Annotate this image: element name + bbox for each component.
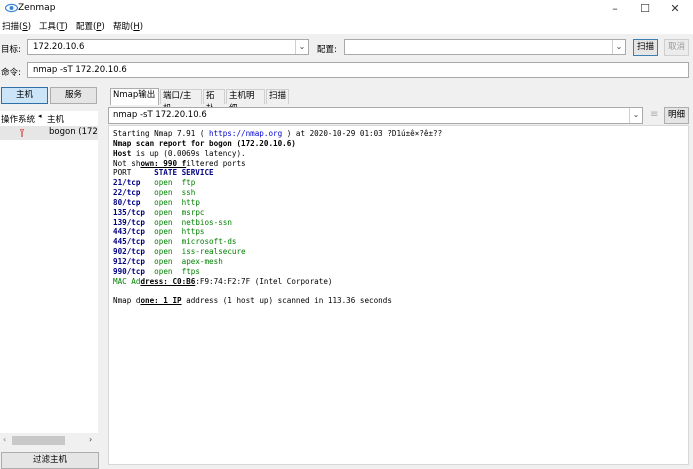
triangle-left-icon: ◂ (38, 112, 42, 120)
output-line-host-up: Host is up (0.0069s latency). (113, 148, 246, 158)
chevron-down-icon[interactable]: ⌄ (295, 40, 308, 54)
port-service: msrpc (181, 207, 205, 217)
port-state: open (154, 227, 173, 237)
port-state: open (154, 197, 173, 207)
output-line-done: Nmap done: 1 IP address (1 host up) scan… (113, 296, 392, 306)
minimize-button[interactable]: – (600, 0, 630, 18)
command-label: 命令: (1, 68, 21, 78)
port-line: 912/tcp open apex-mesh (113, 257, 688, 267)
tab-topology[interactable]: 拓扑 (203, 89, 225, 114)
maximize-button[interactable]: ☐ (630, 0, 660, 18)
target-label: 目标: (1, 45, 21, 55)
chevron-down-icon[interactable]: ⌄ (612, 40, 625, 54)
port-line: 22/tcp open ssh (113, 188, 688, 198)
profile-combo[interactable]: ⌄ (344, 39, 626, 55)
port-service: ftps (181, 266, 200, 276)
target-combo[interactable]: 172.20.10.6 ⌄ (27, 39, 309, 55)
tab-host-details[interactable]: 主机明细 (226, 89, 265, 114)
port-number: 902/tcp (113, 247, 146, 257)
port-number: 22/tcp (113, 188, 141, 198)
tab-nmap-output[interactable]: Nmap输出 (110, 88, 159, 105)
port-number: 990/tcp (113, 266, 146, 276)
output-line-not-shown: Not shown: 990 filtered ports (113, 158, 246, 168)
menu-profile[interactable]: 配置(P) (76, 20, 105, 32)
chevron-down-icon[interactable]: ⌄ (629, 108, 642, 123)
port-state: open (154, 207, 173, 217)
menu-scan[interactable]: 扫描(S) (2, 20, 31, 32)
port-service: ssh (181, 188, 196, 198)
scan-select-value: nmap -sT 172.20.10.6 (113, 110, 207, 120)
app-title: Zenmap (18, 3, 56, 13)
port-line: 21/tcp open ftp (113, 178, 688, 188)
port-service: iss-realsecure (181, 247, 246, 257)
hosts-list[interactable] (0, 111, 98, 433)
port-state: open (154, 237, 173, 247)
host-name: bogon (172 (49, 127, 98, 137)
tab-ports-hosts[interactable]: 端口/主机 (160, 89, 202, 114)
details-button[interactable]: 明细 (664, 107, 689, 124)
horizontal-scrollbar[interactable]: ‹ › (0, 433, 98, 448)
port-line: 139/tcp open netbios-ssn (113, 218, 688, 228)
title-bar: Zenmap – ☐ ✕ (0, 0, 693, 18)
port-state: open (154, 266, 173, 276)
cancel-button[interactable]: 取消 (664, 39, 689, 56)
eye-icon (5, 3, 18, 13)
close-button[interactable]: ✕ (660, 0, 690, 18)
port-state: open (154, 188, 173, 198)
port-number: 912/tcp (113, 256, 146, 266)
command-input[interactable]: nmap -sT 172.20.10.6 (27, 62, 689, 78)
output-line-start: Starting Nmap 7.91 ( https://nmap.org ) … (113, 129, 443, 138)
port-number: 80/tcp (113, 197, 141, 207)
output-line-report: Nmap scan report for bogon (172.20.10.6) (113, 138, 296, 148)
nmap-url-link[interactable]: https://nmap.org (209, 129, 282, 138)
host-row[interactable]: bogon (172 (0, 126, 98, 140)
port-line: 902/tcp open iss-realsecure (113, 247, 688, 257)
menu-tools[interactable]: 工具(T) (39, 20, 68, 32)
port-service: http (181, 197, 200, 207)
chevron-right-icon[interactable]: › (89, 435, 92, 444)
menu-help[interactable]: 帮助(H) (113, 20, 143, 32)
port-line: 80/tcp open http (113, 198, 688, 208)
output-line-header: PORT STATE SERVICE (113, 168, 214, 178)
filter-hosts-button[interactable]: 过滤主机 (1, 452, 99, 469)
os-column-header[interactable]: 操作系统 (1, 113, 35, 125)
port-line: 445/tcp open microsoft-ds (113, 237, 688, 247)
menu-bar: 扫描(S) 工具(T) 配置(P) 帮助(H) (0, 18, 693, 34)
port-service: apex-mesh (181, 256, 223, 266)
scrollbar-thumb[interactable] (12, 436, 65, 445)
scan-button[interactable]: 扫描 (633, 39, 658, 56)
unknown-os-icon (20, 129, 24, 137)
port-number: 445/tcp (113, 237, 146, 247)
port-lines: 21/tcp open ftp 22/tcp open ssh 80/tcp ope… (113, 178, 688, 276)
output-line-mac: MAC Address: C0:B6:F9:74:F2:7F (Intel Co… (113, 276, 333, 286)
port-service: netbios-ssn (181, 217, 232, 227)
port-number: 135/tcp (113, 207, 146, 217)
profile-label: 配置: (317, 45, 337, 55)
port-service: https (181, 227, 205, 237)
drag-handle-icon[interactable]: ≡ (650, 109, 658, 120)
port-number: 443/tcp (113, 227, 146, 237)
port-service: microsoft-ds (181, 237, 237, 247)
port-state: open (154, 217, 173, 227)
port-state: open (154, 178, 173, 188)
port-line: 135/tcp open msrpc (113, 208, 688, 218)
chevron-left-icon[interactable]: ‹ (3, 435, 6, 444)
services-view-button[interactable]: 服务 (50, 87, 97, 104)
tab-scans[interactable]: 扫描 (266, 89, 289, 104)
port-state: open (154, 247, 173, 257)
target-input[interactable]: 172.20.10.6 (33, 42, 84, 52)
hosts-view-button[interactable]: 主机 (1, 87, 48, 104)
host-column-header[interactable]: 主机 (47, 113, 64, 125)
port-line: 443/tcp open https (113, 227, 688, 237)
port-state: open (154, 256, 173, 266)
port-service: ftp (181, 178, 196, 188)
port-number: 21/tcp (113, 178, 141, 188)
port-number: 139/tcp (113, 217, 146, 227)
scan-select[interactable]: nmap -sT 172.20.10.6 ⌄ (108, 107, 643, 124)
port-line: 990/tcp open ftps (113, 267, 688, 277)
nmap-output-text[interactable]: Starting Nmap 7.91 ( https://nmap.org ) … (108, 125, 689, 465)
